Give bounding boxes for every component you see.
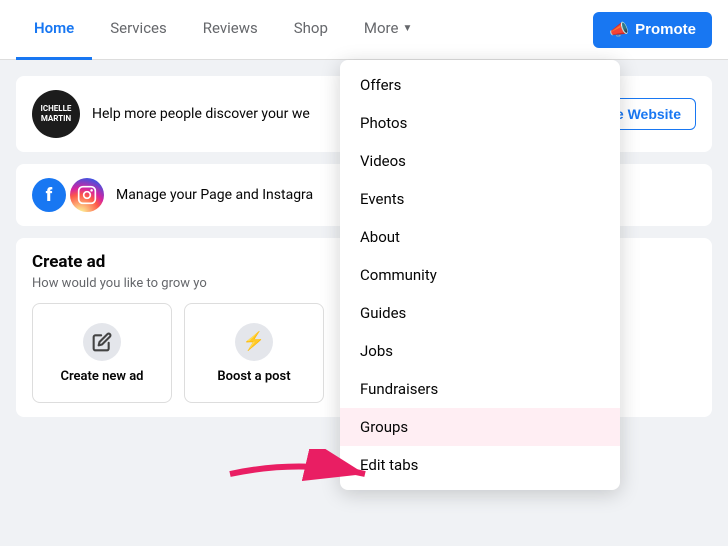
- dropdown-menu: Offers Photos Videos Events About Commun…: [340, 60, 620, 490]
- instagram-icon: [70, 178, 104, 212]
- create-new-ad-card[interactable]: Create new ad: [32, 303, 172, 403]
- social-icons: f: [32, 178, 104, 212]
- tab-reviews[interactable]: Reviews: [185, 0, 276, 60]
- boost-post-label: Boost a post: [217, 369, 290, 384]
- create-new-ad-label: Create new ad: [60, 369, 143, 384]
- dropdown-item-offers[interactable]: Offers: [340, 66, 620, 104]
- dropdown-item-jobs[interactable]: Jobs: [340, 332, 620, 370]
- boost-post-card[interactable]: ⚡ Boost a post: [184, 303, 324, 403]
- tab-home[interactable]: Home: [16, 0, 92, 60]
- navbar: Home Services Reviews Shop More ▼ 📣 Prom…: [0, 0, 728, 60]
- manage-text: Manage your Page and Instagra: [116, 187, 313, 203]
- dropdown-item-edit-tabs[interactable]: Edit tabs: [340, 446, 620, 484]
- tab-services[interactable]: Services: [92, 0, 185, 60]
- arrow-indicator: [220, 449, 380, 503]
- dropdown-item-community[interactable]: Community: [340, 256, 620, 294]
- facebook-icon: f: [32, 178, 66, 212]
- dropdown-item-groups[interactable]: Groups: [340, 408, 620, 446]
- dropdown-item-guides[interactable]: Guides: [340, 294, 620, 332]
- dropdown-item-photos[interactable]: Photos: [340, 104, 620, 142]
- dropdown-item-fundraisers[interactable]: Fundraisers: [340, 370, 620, 408]
- dropdown-item-about[interactable]: About: [340, 218, 620, 256]
- avatar: ICHELLEMARTIN: [32, 90, 80, 138]
- create-ad-icon: [83, 323, 121, 361]
- pointing-arrow-icon: [220, 449, 380, 499]
- chevron-down-icon: ▼: [402, 23, 412, 34]
- megaphone-icon: 📣: [609, 20, 629, 40]
- dropdown-item-events[interactable]: Events: [340, 180, 620, 218]
- promote-button[interactable]: 📣 Promote: [593, 12, 712, 48]
- tab-more[interactable]: More ▼: [346, 0, 430, 60]
- boost-post-icon: ⚡: [235, 323, 273, 361]
- nav-tabs: Home Services Reviews Shop More ▼: [16, 0, 430, 60]
- dropdown-item-videos[interactable]: Videos: [340, 142, 620, 180]
- tab-shop[interactable]: Shop: [276, 0, 346, 60]
